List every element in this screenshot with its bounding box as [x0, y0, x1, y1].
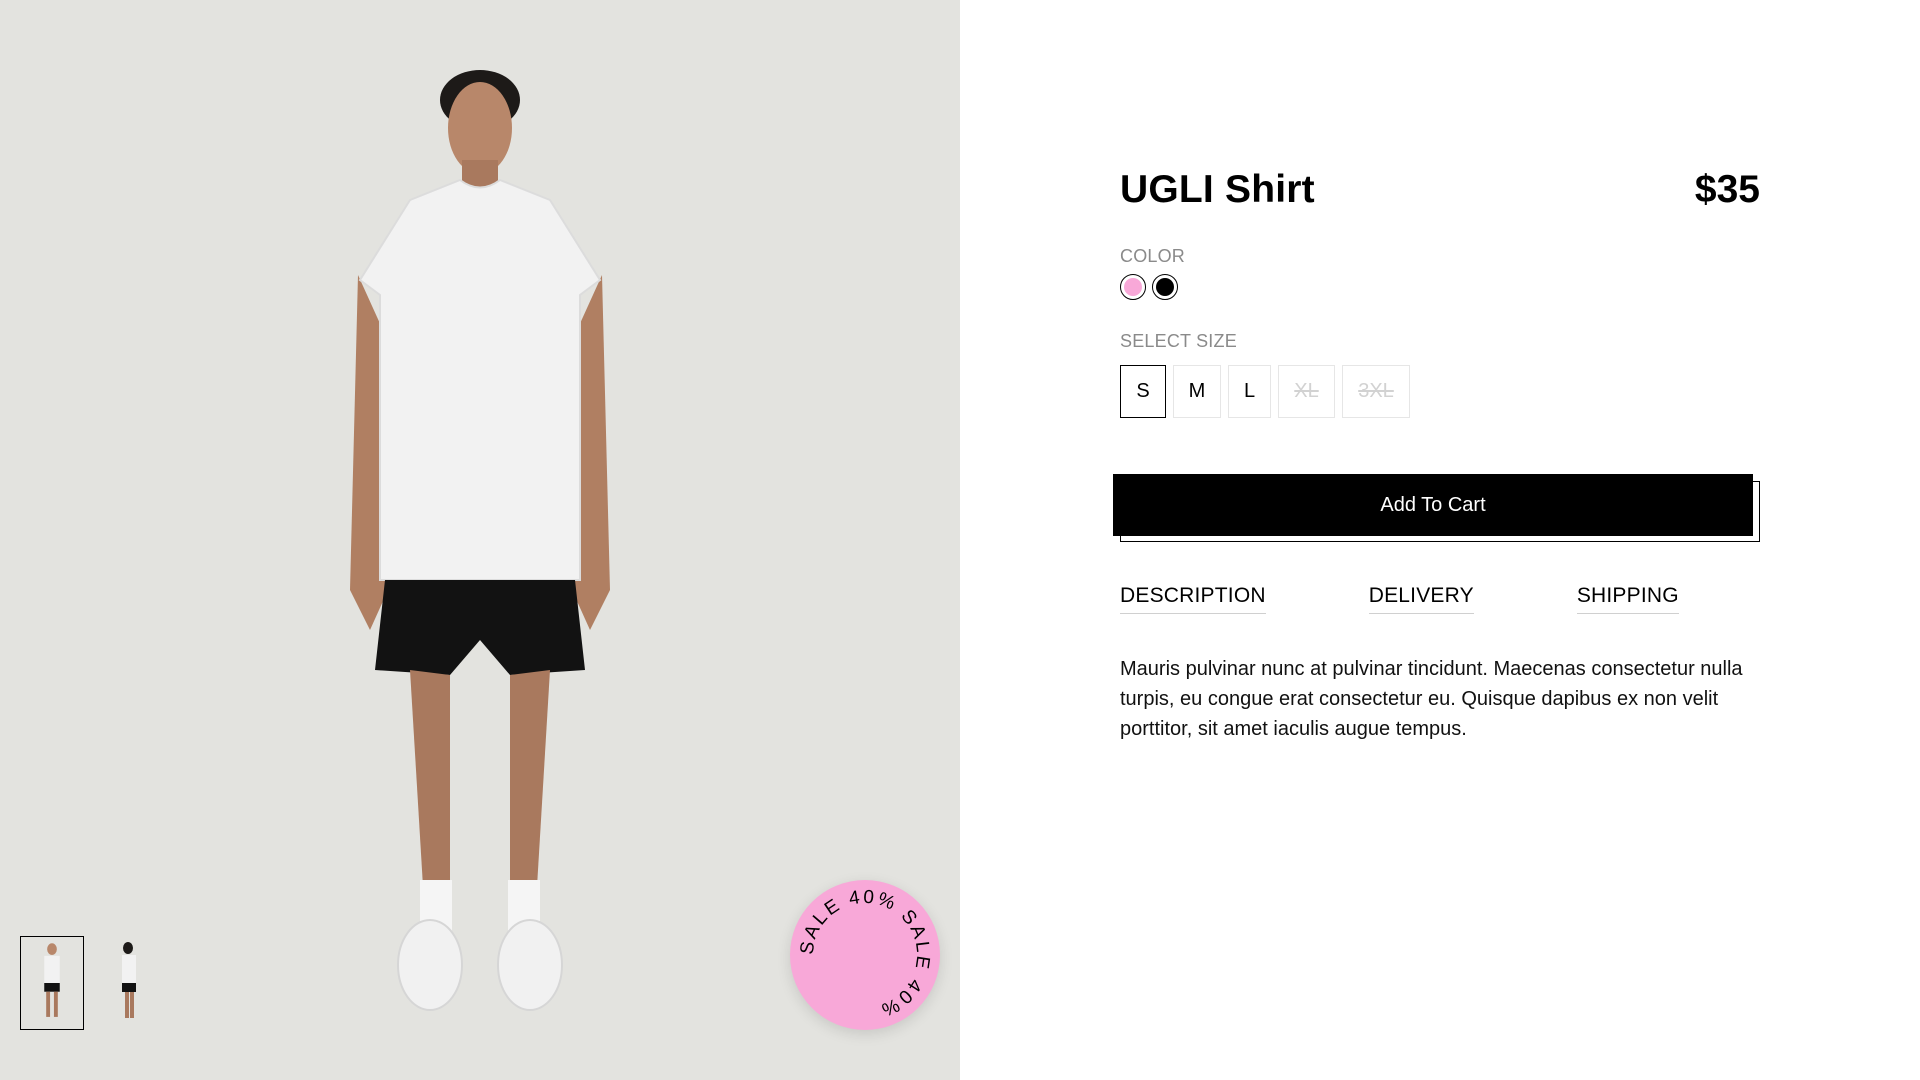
product-page: SALE 40% SALE 40% UGLI Shirt $35 COLOR S…: [0, 0, 1920, 1080]
size-button-3xl[interactable]: 3XL: [1342, 365, 1410, 418]
thumbnail-strip: [20, 936, 162, 1030]
color-label: COLOR: [1120, 246, 1186, 266]
size-button-s[interactable]: S: [1120, 365, 1166, 418]
product-description: Mauris pulvinar nunc at pulvinar tincidu…: [1120, 658, 1743, 740]
svg-text:SALE 40% SALE 40%: SALE 40% SALE 40%: [797, 887, 934, 1021]
product-model-image: [350, 70, 610, 1011]
tab-shipping[interactable]: SHIPPING: [1576, 584, 1679, 614]
thumbnail-front[interactable]: [20, 936, 84, 1030]
color-swatch-pink[interactable]: [1120, 274, 1146, 300]
color-swatches: [1120, 274, 1178, 300]
size-button-xl[interactable]: XL: [1278, 365, 1335, 418]
size-button-m[interactable]: M: [1173, 365, 1221, 418]
size-label: SELECT SIZE: [1120, 331, 1237, 351]
size-options: S M L XL 3XL: [1120, 365, 1410, 418]
title-row: UGLI Shirt $35: [1120, 168, 1760, 212]
sale-badge: SALE 40% SALE 40%: [790, 880, 940, 1030]
product-gallery: SALE 40% SALE 40%: [0, 0, 960, 1080]
tab-delivery[interactable]: DELIVERY: [1368, 584, 1474, 614]
product-price: $35: [1694, 168, 1760, 211]
info-tabs: DESCRIPTION DELIVERY SHIPPING: [1120, 584, 1679, 614]
product-title: UGLI Shirt: [1120, 168, 1315, 211]
size-button-l[interactable]: L: [1228, 365, 1271, 418]
sale-badge-text: SALE 40% SALE 40%: [797, 887, 931, 1021]
add-to-cart-button[interactable]: Add To Cart: [1113, 474, 1753, 536]
color-swatch-black[interactable]: [1152, 274, 1178, 300]
tab-description[interactable]: DESCRIPTION: [1120, 584, 1266, 614]
thumbnail-side[interactable]: [98, 936, 162, 1030]
add-to-cart-wrapper: Add To Cart: [1113, 474, 1760, 544]
